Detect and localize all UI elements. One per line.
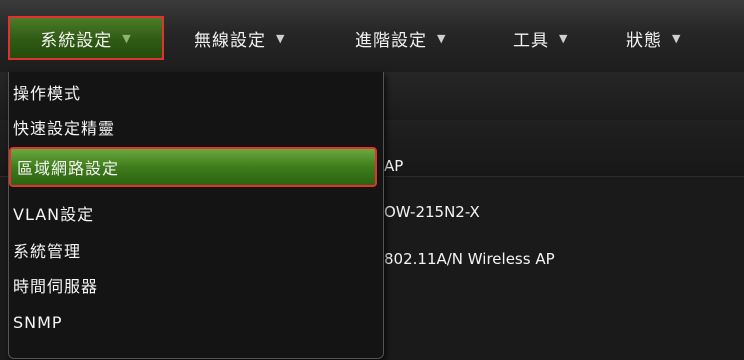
menu-item-time-server[interactable]: 時間伺服器: [9, 269, 383, 301]
chevron-down-icon: ▼: [437, 31, 447, 45]
info-description-value: 802.11A/N Wireless AP: [384, 250, 555, 268]
chevron-down-icon: ▼: [122, 31, 132, 45]
nav-system-settings[interactable]: 系統設定 ▼: [8, 16, 164, 60]
chevron-down-icon: ▼: [276, 31, 286, 45]
nav-advanced-settings[interactable]: 進階設定 ▼: [355, 16, 446, 60]
nav-wireless-settings[interactable]: 無線設定 ▼: [194, 16, 285, 60]
menu-item-operation-mode[interactable]: 操作模式: [9, 76, 383, 108]
nav-label: 狀態: [626, 30, 662, 51]
system-settings-dropdown: 操作模式 快速設定精靈 區域網路設定 VLAN設定 系統管理 時間伺服器 SNM…: [8, 72, 384, 359]
menu-item-snmp[interactable]: SNMP: [9, 306, 383, 338]
nav-label: 系統設定: [40, 30, 113, 51]
menu-item-vlan-settings[interactable]: VLAN設定: [9, 197, 383, 229]
nav-label: 進階設定: [355, 30, 427, 51]
top-nav-bar: 系統設定 ▼ 無線設定 ▼ 進階設定 ▼ 工具 ▼ 狀態 ▼: [0, 0, 744, 72]
nav-label: 無線設定: [194, 30, 266, 51]
info-mode-value: AP: [384, 157, 404, 175]
menu-item-quick-setup-wizard[interactable]: 快速設定精靈: [9, 111, 383, 143]
nav-status[interactable]: 狀態 ▼: [626, 16, 681, 60]
nav-tools[interactable]: 工具 ▼: [513, 16, 568, 60]
info-model-value: OW-215N2-X: [384, 203, 480, 221]
menu-item-system-management[interactable]: 系統管理: [9, 234, 383, 266]
nav-label: 工具: [513, 30, 549, 51]
chevron-down-icon: ▼: [672, 31, 682, 45]
menu-item-lan-settings[interactable]: 區域網路設定: [9, 147, 377, 187]
chevron-down-icon: ▼: [559, 31, 569, 45]
